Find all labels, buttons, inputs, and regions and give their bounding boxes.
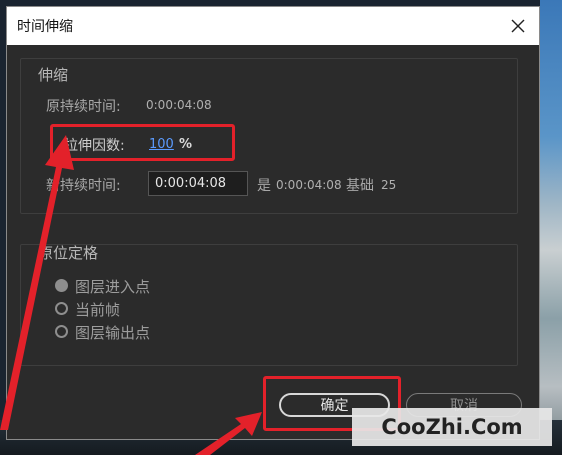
base-value: 25 [381, 178, 397, 192]
radio-label-layer-out-point: 图层输出点 [75, 324, 151, 342]
watermark: CooZhi.Com [352, 408, 552, 446]
stretch-group-title: 伸缩 [38, 66, 69, 84]
radio-button[interactable] [55, 302, 68, 315]
original-duration-label: 原持续时间: [46, 99, 121, 115]
dialog-title: 时间伸缩 [17, 19, 73, 35]
equals-label: 是 [257, 178, 271, 194]
radio-button-selected[interactable] [55, 279, 68, 292]
equals-value: 0:00:04:08 [276, 178, 342, 192]
original-duration-value: 0:00:04:08 [146, 98, 212, 112]
hold-in-place-group-title: 原位定格 [38, 244, 99, 262]
close-button[interactable] [503, 11, 533, 41]
new-duration-label: 新持续时间: [46, 178, 121, 194]
radio-label-current-frame: 当前帧 [75, 301, 121, 319]
new-duration-input[interactable] [148, 171, 248, 196]
highlight-box-stretch-factor [50, 124, 235, 161]
desktop-background [540, 0, 562, 455]
title-bar: 时间伸缩 [7, 7, 539, 45]
close-icon [511, 19, 525, 33]
base-label: 基础 [346, 178, 374, 194]
radio-button[interactable] [55, 325, 68, 338]
radio-label-layer-in-point: 图层进入点 [75, 278, 151, 296]
